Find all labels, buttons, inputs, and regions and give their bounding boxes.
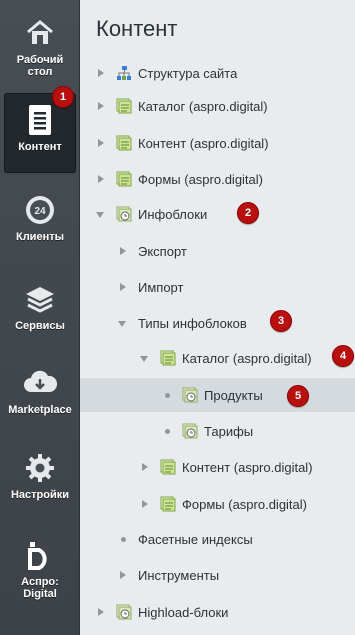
content-panel: Контент Структура сайта Каталог (aspro.di… [80, 0, 355, 635]
annotation-badge: 5 [287, 385, 309, 407]
expand-arrow-icon[interactable] [140, 499, 150, 509]
sidebar-item-clients[interactable]: 24 Клиенты [4, 183, 76, 263]
tree-item[interactable]: Фасетные индексы [80, 522, 355, 556]
sidebar-item-label: Аспро: Digital [21, 576, 59, 600]
expand-arrow-icon[interactable] [96, 607, 106, 617]
bullet-dot [164, 392, 170, 398]
tree-item[interactable]: Каталог (aspro.digital) [80, 89, 355, 123]
tree-item-label: Продукты [204, 387, 263, 403]
tree-item[interactable]: Контент (aspro.digital) [80, 126, 355, 160]
tree-item-label: Каталог (aspro.digital) [182, 350, 312, 366]
page-title: Контент [96, 16, 178, 41]
site-structure-icon [116, 65, 132, 81]
sidebar-item-aspro-digital[interactable]: Аспро: Digital [4, 528, 76, 608]
tree-item-label: Контент (aspro.digital) [138, 135, 269, 151]
collapse-arrow-icon[interactable] [118, 318, 128, 328]
sidebar-item-label: Настройки [10, 489, 70, 501]
tree-item-label: Структура сайта [138, 65, 238, 81]
tree-item-label: Инструменты [138, 567, 220, 583]
sidebar-item-services[interactable]: Сервисы [4, 272, 76, 352]
sidebar-item-label: Контент [18, 141, 62, 153]
expand-arrow-icon[interactable] [96, 101, 106, 111]
module-icon [160, 350, 176, 366]
tree-item-label: Инфоблоки [138, 206, 208, 222]
tree-item-label: Каталог (aspro.digital) [138, 98, 268, 114]
collapse-arrow-icon[interactable] [96, 209, 106, 219]
iblock-icon [182, 423, 198, 439]
sidebar-item-label: Сервисы [15, 320, 65, 332]
tree-item[interactable]: Каталог (aspro.digital) [80, 341, 355, 375]
cloud-download-icon [23, 366, 57, 400]
home-icon [23, 16, 57, 50]
tree-item-label: Импорт [138, 279, 184, 295]
tree-item[interactable]: Типы инфоблоков [80, 306, 355, 340]
module-icon [160, 459, 176, 475]
document-icon [23, 103, 57, 137]
tree-item-label: Типы инфоблоков [138, 315, 247, 331]
tree-item-label: Формы (aspro.digital) [182, 496, 307, 512]
iblock-icon [182, 387, 198, 403]
expand-arrow-icon[interactable] [96, 174, 106, 184]
tree-item-label: Фасетные индексы [138, 531, 253, 547]
expand-arrow-icon[interactable] [118, 246, 128, 256]
expand-arrow-icon[interactable] [118, 570, 128, 580]
annotation-badge: 1 [52, 86, 74, 108]
tree-item[interactable]: Формы (aspro.digital) [80, 487, 355, 521]
annotation-badge: 3 [270, 310, 292, 332]
sidebar-item-label: Клиенты [15, 231, 64, 243]
tree-item[interactable]: Формы (aspro.digital) [80, 162, 355, 196]
tree-item[interactable]: Структура сайта [80, 56, 355, 90]
tree-item[interactable]: Инструменты [80, 558, 355, 592]
module-icon [116, 98, 132, 114]
tree-item[interactable]: Продукты [80, 378, 355, 412]
expand-arrow-icon[interactable] [140, 462, 150, 472]
sidebar-item-marketplace[interactable]: Marketplace [4, 356, 76, 436]
tree-item-label: Формы (aspro.digital) [138, 171, 263, 187]
expand-arrow-icon[interactable] [96, 138, 106, 148]
collapse-arrow-icon[interactable] [140, 353, 150, 363]
tree-item-label: Экспорт [138, 243, 187, 259]
svg-text:24: 24 [34, 206, 46, 217]
bullet-dot [164, 428, 170, 434]
tree-item[interactable]: Экспорт [80, 234, 355, 268]
tree-item[interactable]: Highload-блоки [80, 595, 355, 629]
aspro-logo-icon [23, 538, 57, 572]
module-icon [116, 135, 132, 151]
layers-icon [23, 282, 57, 316]
expand-arrow-icon[interactable] [96, 68, 106, 78]
iblock-icon [116, 604, 132, 620]
tree-item-label: Контент (aspro.digital) [182, 459, 313, 475]
tree-item-label: Тарифы [204, 423, 254, 439]
clock-24-icon: 24 [23, 193, 57, 227]
tree-item[interactable]: Контент (aspro.digital) [80, 450, 355, 484]
annotation-badge: 2 [237, 202, 259, 224]
expand-arrow-icon[interactable] [118, 282, 128, 292]
iblock-icon [116, 206, 132, 222]
module-icon [116, 171, 132, 187]
sidebar-item-label: Marketplace [8, 404, 72, 416]
bullet-dot [120, 536, 126, 542]
tree-item[interactable]: Инфоблоки [80, 197, 355, 231]
tree-item[interactable]: Тарифы [80, 414, 355, 448]
annotation-badge: 4 [332, 345, 354, 367]
module-icon [160, 496, 176, 512]
sidebar-item-label: Рабочий стол [16, 54, 64, 78]
tree-item[interactable]: Импорт [80, 270, 355, 304]
gear-icon [23, 451, 57, 485]
sidebar-item-settings[interactable]: Настройки [4, 441, 76, 521]
tree-item-label: Highload-блоки [138, 604, 229, 620]
sidebar-item-desktop[interactable]: Рабочий стол [4, 6, 76, 86]
